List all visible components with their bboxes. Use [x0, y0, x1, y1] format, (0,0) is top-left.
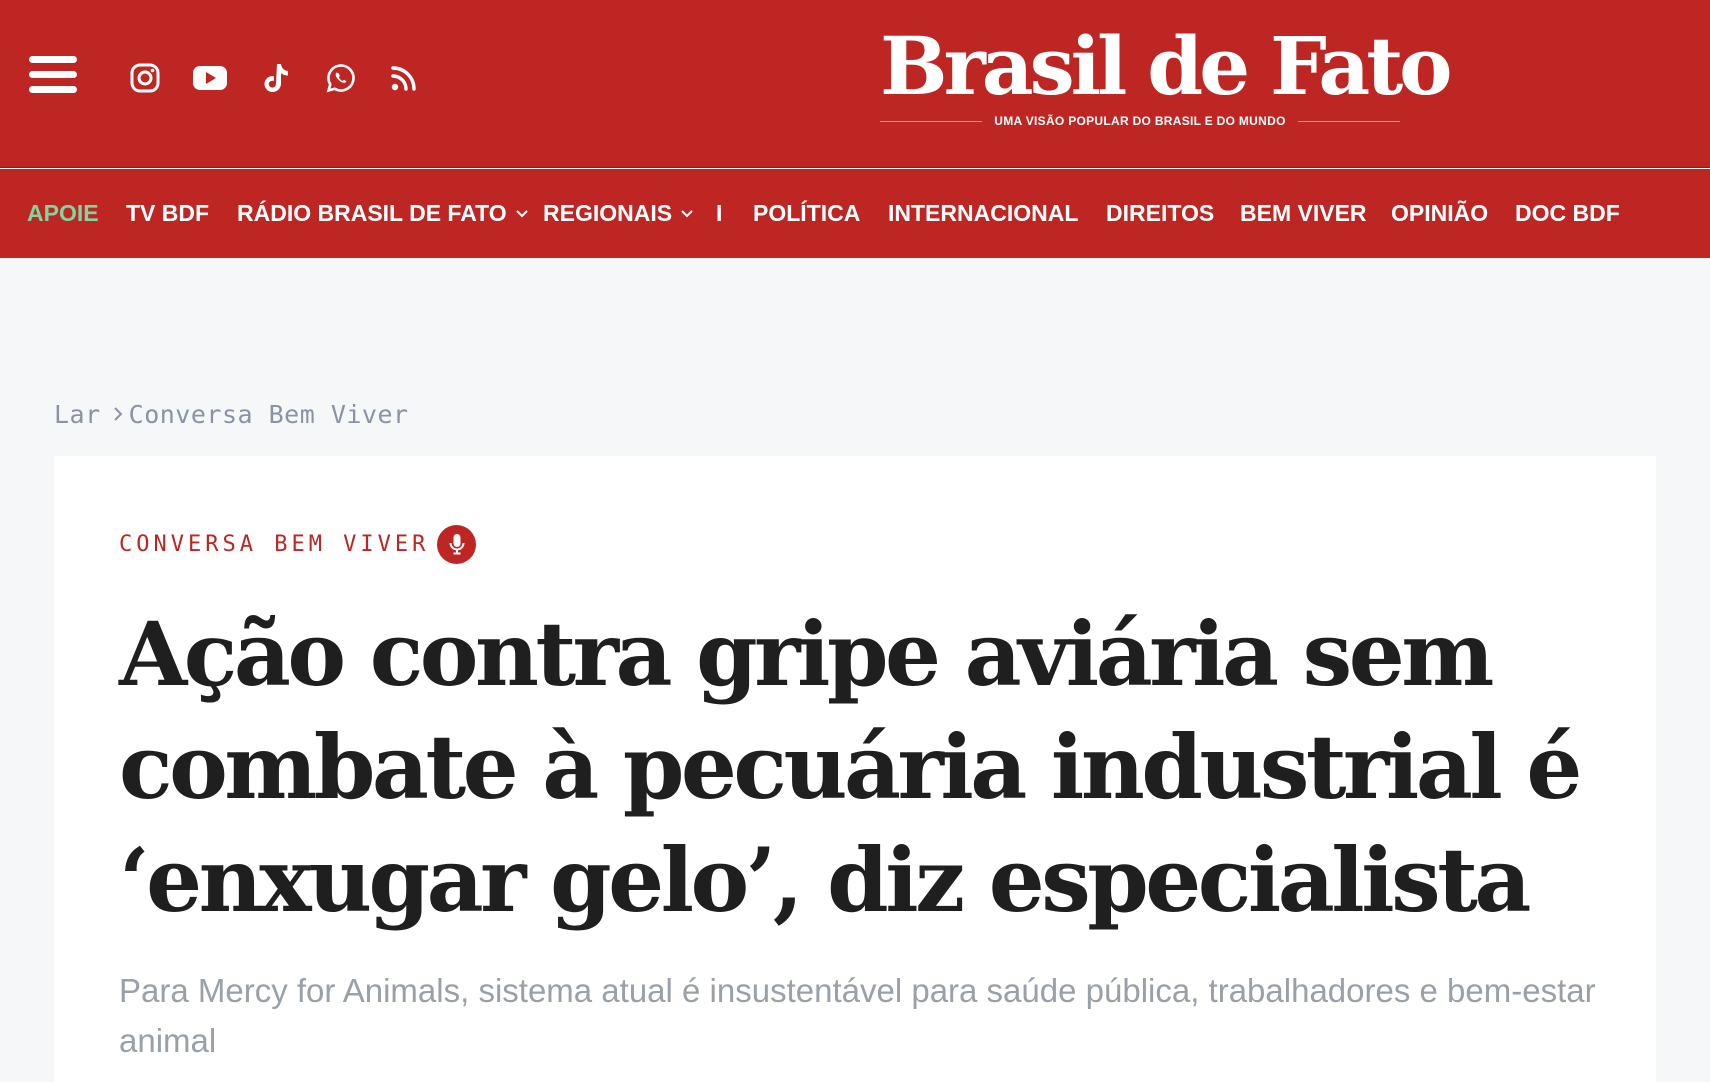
logo-tagline: UMA VISÃO POPULAR DO BRASIL E DO MUNDO — [880, 114, 1401, 128]
nav-item-regionais[interactable]: REGIONAIS — [543, 169, 694, 258]
nav-item-bem-viver[interactable]: BEM VIVER — [1240, 169, 1367, 258]
tiktok-icon[interactable] — [258, 60, 294, 96]
site-header: Brasil de Fato UMA VISÃO POPULAR DO BRAS… — [0, 0, 1710, 168]
nav-item-doc-bdf[interactable]: DOC BDF — [1515, 169, 1620, 258]
microphone-icon — [437, 524, 477, 564]
main-nav: APOIE TV BDF RÁDIO BRASIL DE FATO REGION… — [0, 169, 1710, 258]
article-kicker: CONVERSA BEM VIVER — [119, 524, 477, 564]
article-subtitle: Para Mercy for Animals, sistema atual é … — [119, 972, 1596, 1059]
nav-item-internacional[interactable]: INTERNACIONAL — [888, 169, 1078, 258]
site-logo[interactable]: Brasil de Fato UMA VISÃO POPULAR DO BRAS… — [880, 18, 1453, 134]
nav-item-tv-bdf[interactable]: TV BDF — [126, 169, 209, 258]
logo-wordmark: Brasil de Fato — [880, 19, 1453, 113]
kicker-label[interactable]: CONVERSA BEM VIVER — [119, 532, 429, 557]
nav-item-direitos[interactable]: DIREITOS — [1106, 169, 1214, 258]
chevron-down-icon — [515, 209, 529, 219]
nav-item-i[interactable]: I — [716, 169, 722, 258]
whatsapp-icon[interactable] — [323, 60, 359, 96]
chevron-right-icon — [113, 406, 123, 422]
chevron-down-icon — [680, 209, 694, 219]
nav-item-radio[interactable]: RÁDIO BRASIL DE FATO — [237, 169, 529, 258]
breadcrumb-current[interactable]: Conversa Bem Viver — [129, 400, 409, 429]
nav-item-apoie[interactable]: APOIE — [27, 169, 99, 258]
rss-icon[interactable] — [386, 60, 422, 96]
nav-item-politica[interactable]: POLÍTICA — [753, 169, 860, 258]
breadcrumb: Lar Conversa Bem Viver — [54, 396, 409, 432]
article-headline: Ação contra gripe aviária sem combate à … — [119, 602, 1582, 932]
nav-item-opiniao[interactable]: OPINIÃO — [1391, 169, 1488, 258]
menu-icon[interactable] — [29, 56, 77, 99]
instagram-icon[interactable] — [127, 60, 163, 96]
youtube-icon[interactable] — [192, 60, 228, 96]
breadcrumb-home[interactable]: Lar — [54, 400, 101, 429]
